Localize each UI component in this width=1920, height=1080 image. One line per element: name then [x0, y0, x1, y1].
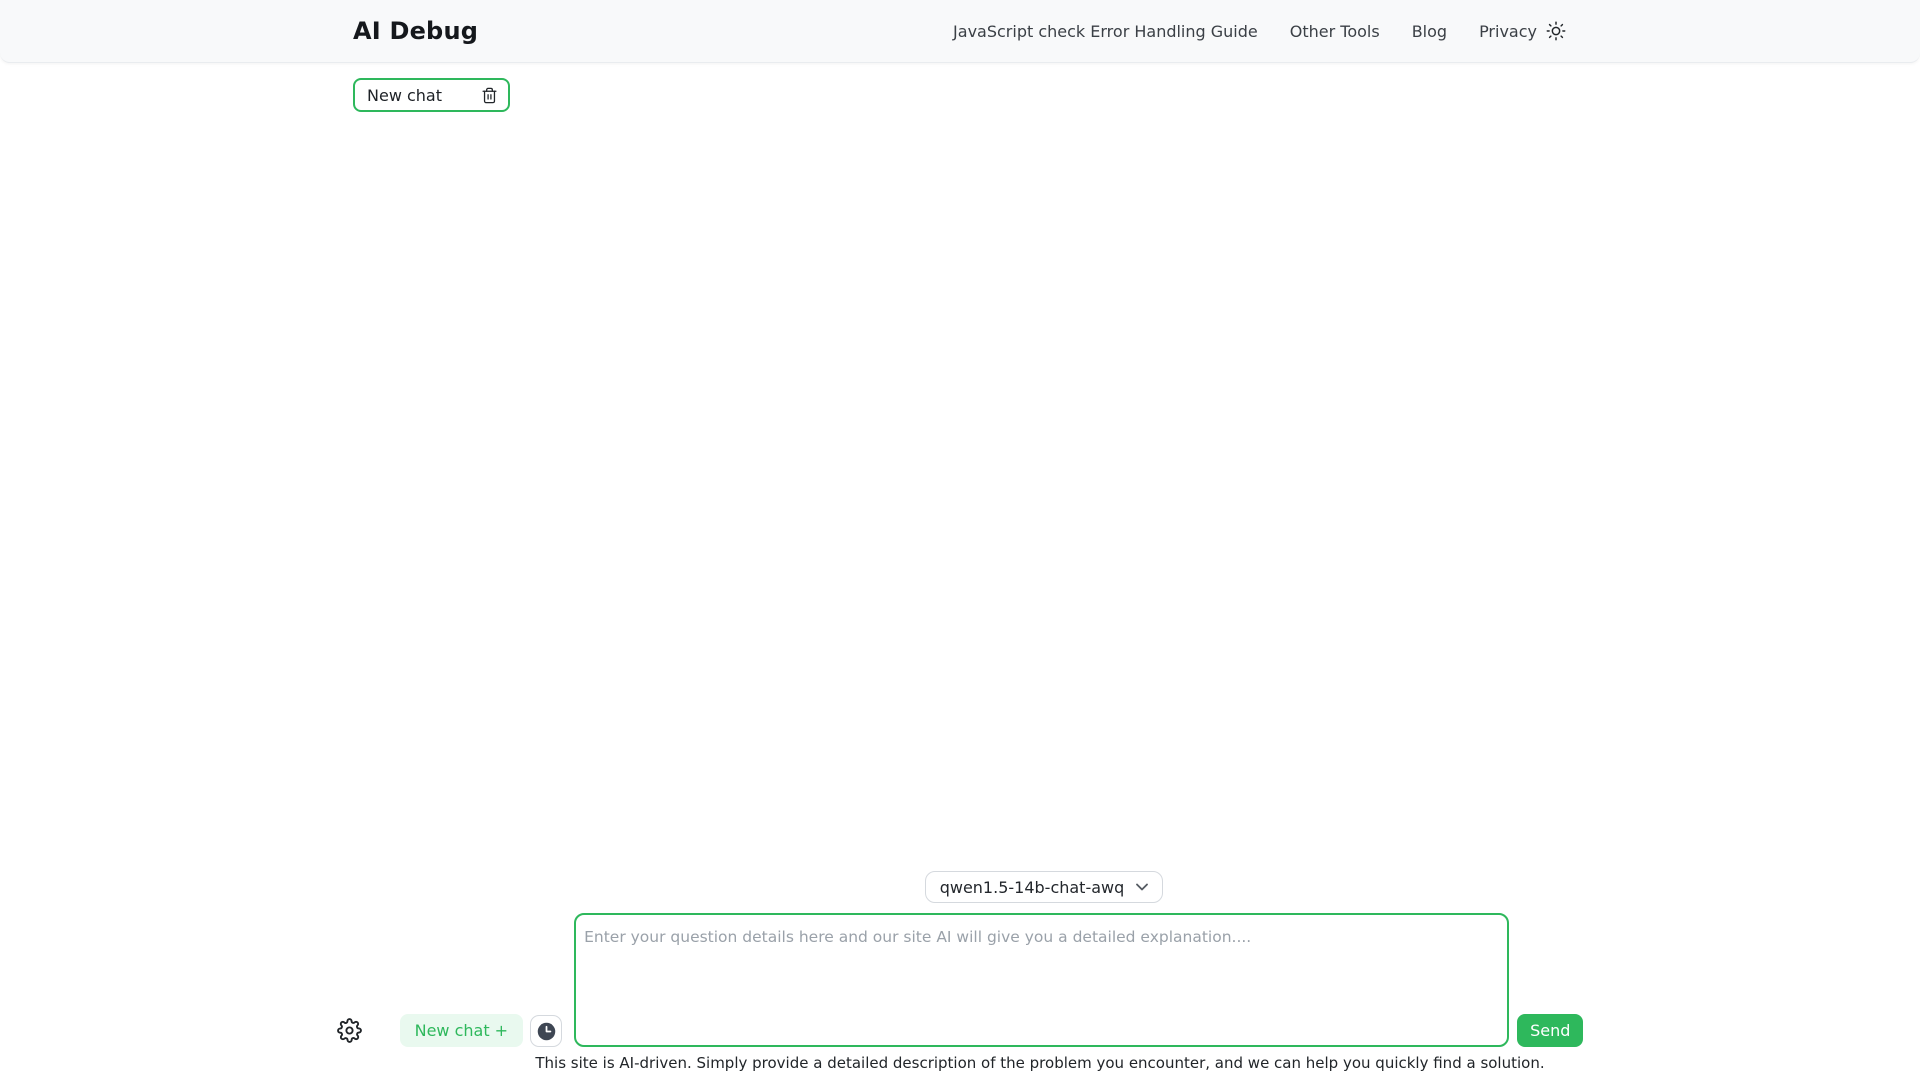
chat-history-item[interactable]: New chat [353, 78, 510, 112]
clock-icon [536, 1021, 557, 1042]
model-selector[interactable]: qwen1.5-14b-chat-awq [925, 871, 1164, 903]
chat-history-item-label: New chat [367, 86, 442, 105]
theme-toggle-button[interactable] [1545, 20, 1567, 42]
composer-row: New chat + Send [337, 913, 1584, 1047]
send-button[interactable]: Send [1517, 1014, 1583, 1047]
new-chat-button[interactable]: New chat + [400, 1014, 524, 1047]
chevron-down-icon [1136, 883, 1148, 891]
disclaimer-text: This site is AI-driven. Simply provide a… [80, 1054, 1920, 1072]
nav-link-privacy[interactable]: Privacy [1479, 22, 1537, 41]
nav-link-error-handling-guide[interactable]: JavaScript check Error Handling Guide [953, 22, 1258, 41]
nav-links: JavaScript check Error Handling Guide Ot… [953, 22, 1537, 41]
brand-title[interactable]: AI Debug [353, 17, 478, 45]
page: { "header": { "brand": "AI Debug", "nav"… [0, 0, 1920, 1080]
header: AI Debug JavaScript check Error Handling… [0, 0, 1920, 63]
delete-chat-button[interactable] [481, 87, 498, 104]
settings-button[interactable] [337, 1018, 362, 1043]
model-selector-row: qwen1.5-14b-chat-awq [84, 871, 1920, 903]
nav-link-blog[interactable]: Blog [1412, 22, 1447, 41]
main-nav: JavaScript check Error Handling Guide Ot… [953, 20, 1567, 42]
gear-icon [337, 1018, 362, 1043]
nav-link-other-tools[interactable]: Other Tools [1290, 22, 1380, 41]
question-input[interactable] [574, 913, 1509, 1047]
sun-icon [1545, 20, 1567, 42]
chat-history-list: New chat [353, 78, 1567, 112]
header-inner: AI Debug JavaScript check Error Handling… [353, 17, 1567, 45]
model-selector-value: qwen1.5-14b-chat-awq [940, 878, 1125, 897]
trash-icon [481, 87, 498, 104]
composer-area: qwen1.5-14b-chat-awq New chat + [0, 871, 1920, 1072]
history-button[interactable] [530, 1015, 562, 1047]
